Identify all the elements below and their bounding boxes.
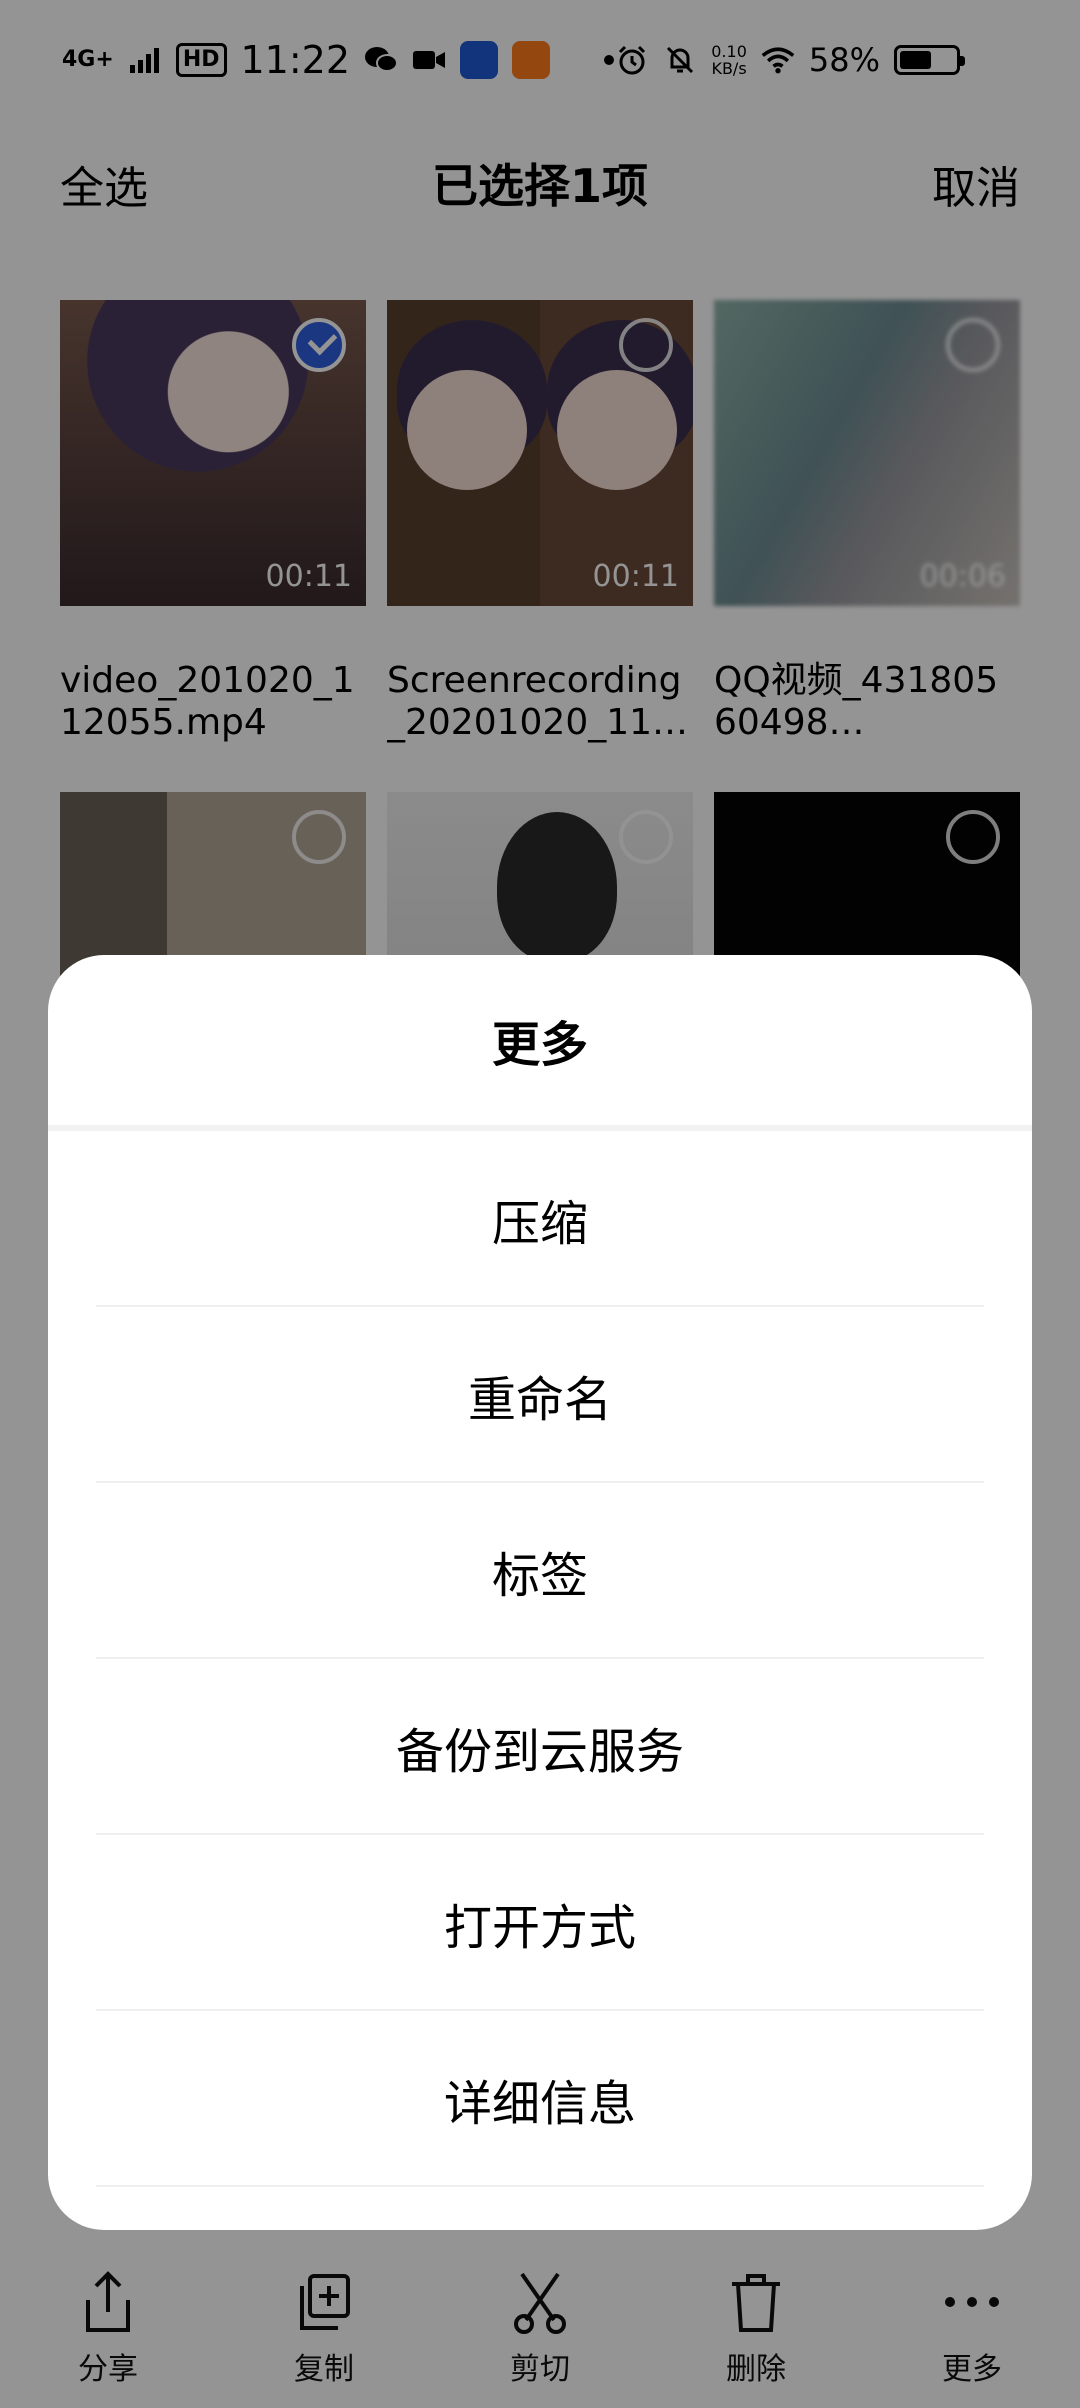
open-with-option[interactable]: 打开方式 xyxy=(48,1835,1032,2011)
compress-option[interactable]: 压缩 xyxy=(48,1131,1032,1307)
rename-option[interactable]: 重命名 xyxy=(48,1307,1032,1483)
tag-option[interactable]: 标签 xyxy=(48,1483,1032,1659)
backup-cloud-option[interactable]: 备份到云服务 xyxy=(48,1659,1032,1835)
more-actions-sheet: 更多 压缩 重命名 标签 备份到云服务 打开方式 详细信息 xyxy=(48,955,1032,2230)
details-option[interactable]: 详细信息 xyxy=(48,2011,1032,2187)
sheet-title: 更多 xyxy=(48,955,1032,1131)
